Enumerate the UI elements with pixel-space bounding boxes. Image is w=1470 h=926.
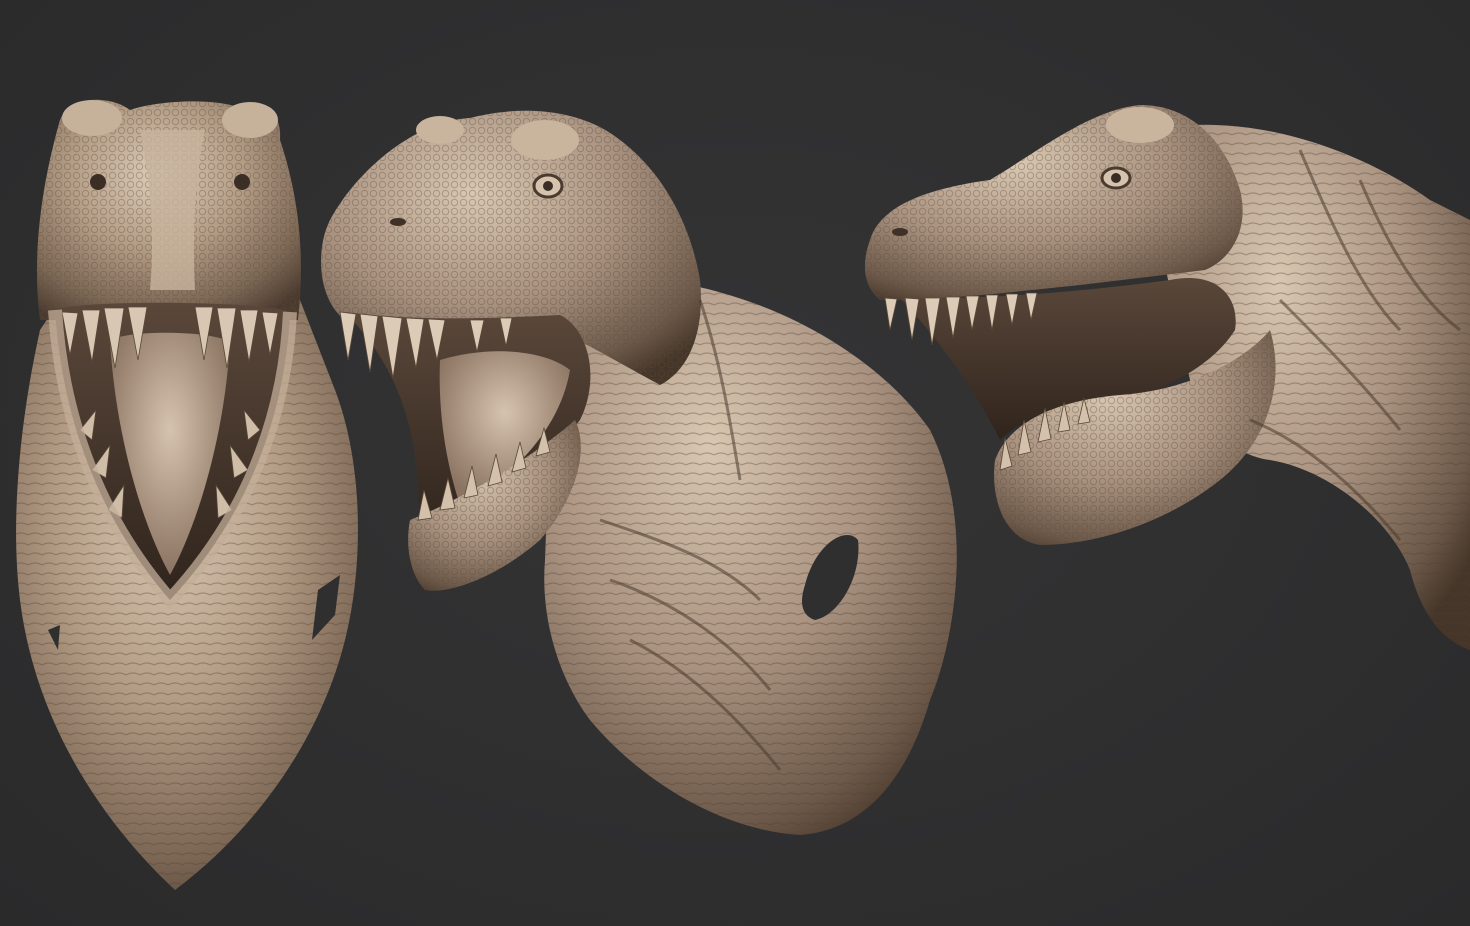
front-right-eye [234, 174, 250, 190]
sculpt-render [16, 99, 1470, 890]
front-view [16, 99, 358, 890]
front-left-eye [90, 174, 106, 190]
viewport-canvas [0, 0, 1470, 926]
three-quarter-view [321, 110, 957, 835]
